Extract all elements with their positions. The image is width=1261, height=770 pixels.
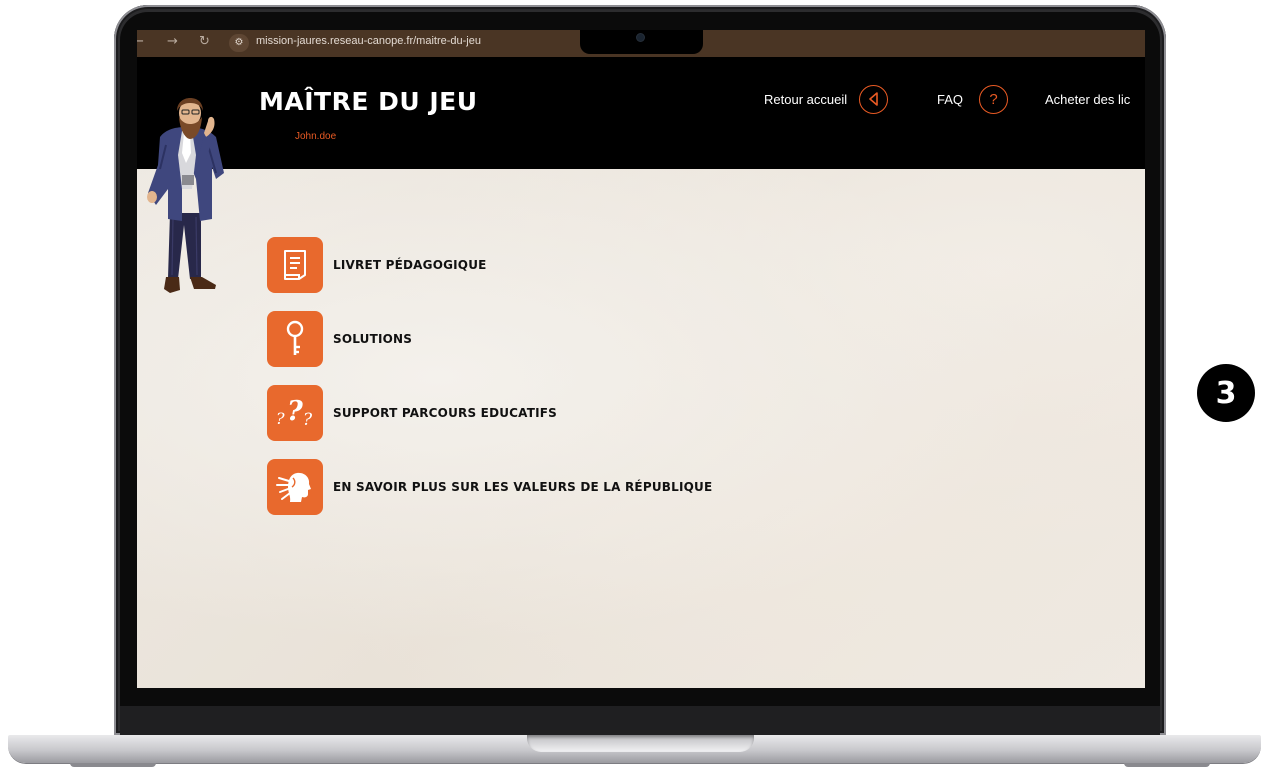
svg-text:?: ? [276, 409, 285, 428]
username: John.doe [295, 131, 337, 142]
nav-buy-licenses-link[interactable]: Acheter des lic [1045, 81, 1145, 117]
laptop-chin [120, 706, 1160, 735]
menu-item-valeurs-republique[interactable]: EN SAVOIR PLUS SUR LES VALEURS DE LA RÉP… [267, 459, 712, 515]
top-nav: Retour accueil FAQ ? Acheter des lic [137, 81, 1145, 121]
menu-label: SUPPORT PARCOURS EDUCATIFS [333, 406, 558, 420]
nav-buy-label: Acheter des lic [1045, 91, 1131, 107]
menu-label: SOLUTIONS [333, 332, 413, 346]
forward-arrow-icon[interactable]: → [167, 34, 178, 50]
site-header: MAÎTRE DU JEU John.doe Retour accueil FA… [137, 57, 1145, 169]
step-number-badge: 3 [1197, 364, 1255, 422]
laptop-foot-left [70, 763, 156, 767]
menu-item-support-parcours[interactable]: ? ? ? SUPPORT PARCOURS EDUCATIFS [267, 385, 557, 441]
site-info-icon[interactable]: ⚙ [229, 34, 249, 52]
nav-home-link[interactable]: Retour accueil [764, 81, 889, 117]
menu-item-livret[interactable]: LIVRET PÉDAGOGIQUE [267, 237, 487, 293]
question-icon: ? [979, 84, 1009, 114]
booklet-icon [267, 237, 323, 293]
mascot-character [147, 98, 224, 293]
svg-text:?: ? [303, 410, 313, 430]
laptop-base-groove [527, 735, 754, 752]
menu-label: LIVRET PÉDAGOGIQUE [333, 258, 487, 272]
nav-faq-label: FAQ [937, 91, 964, 107]
laptop-screen: ← → ↻ ⚙ mission-jaures.reseau-canope.fr/… [137, 30, 1145, 688]
camera-icon [637, 34, 644, 41]
back-triangle-icon [859, 84, 889, 114]
main-content: LIVRET PÉDAGOGIQUE SOLUTIONS ? ? ? SUPPO… [137, 169, 1145, 688]
nav-faq-link[interactable]: FAQ ? [937, 81, 1009, 117]
question-marks-icon: ? ? ? [267, 385, 323, 441]
menu-label: EN SAVOIR PLUS SUR LES VALEURS DE LA RÉP… [333, 480, 713, 494]
back-arrow-icon[interactable]: ← [137, 34, 144, 50]
reload-icon[interactable]: ↻ [199, 34, 210, 50]
svg-text:?: ? [287, 396, 304, 427]
marianne-icon [267, 459, 323, 515]
url-text[interactable]: mission-jaures.reseau-canope.fr/maitre-d… [256, 35, 481, 47]
nav-home-label: Retour accueil [764, 91, 848, 107]
key-icon [267, 311, 323, 367]
menu-item-solutions[interactable]: SOLUTIONS [267, 311, 412, 367]
laptop-foot-right [1124, 763, 1210, 767]
